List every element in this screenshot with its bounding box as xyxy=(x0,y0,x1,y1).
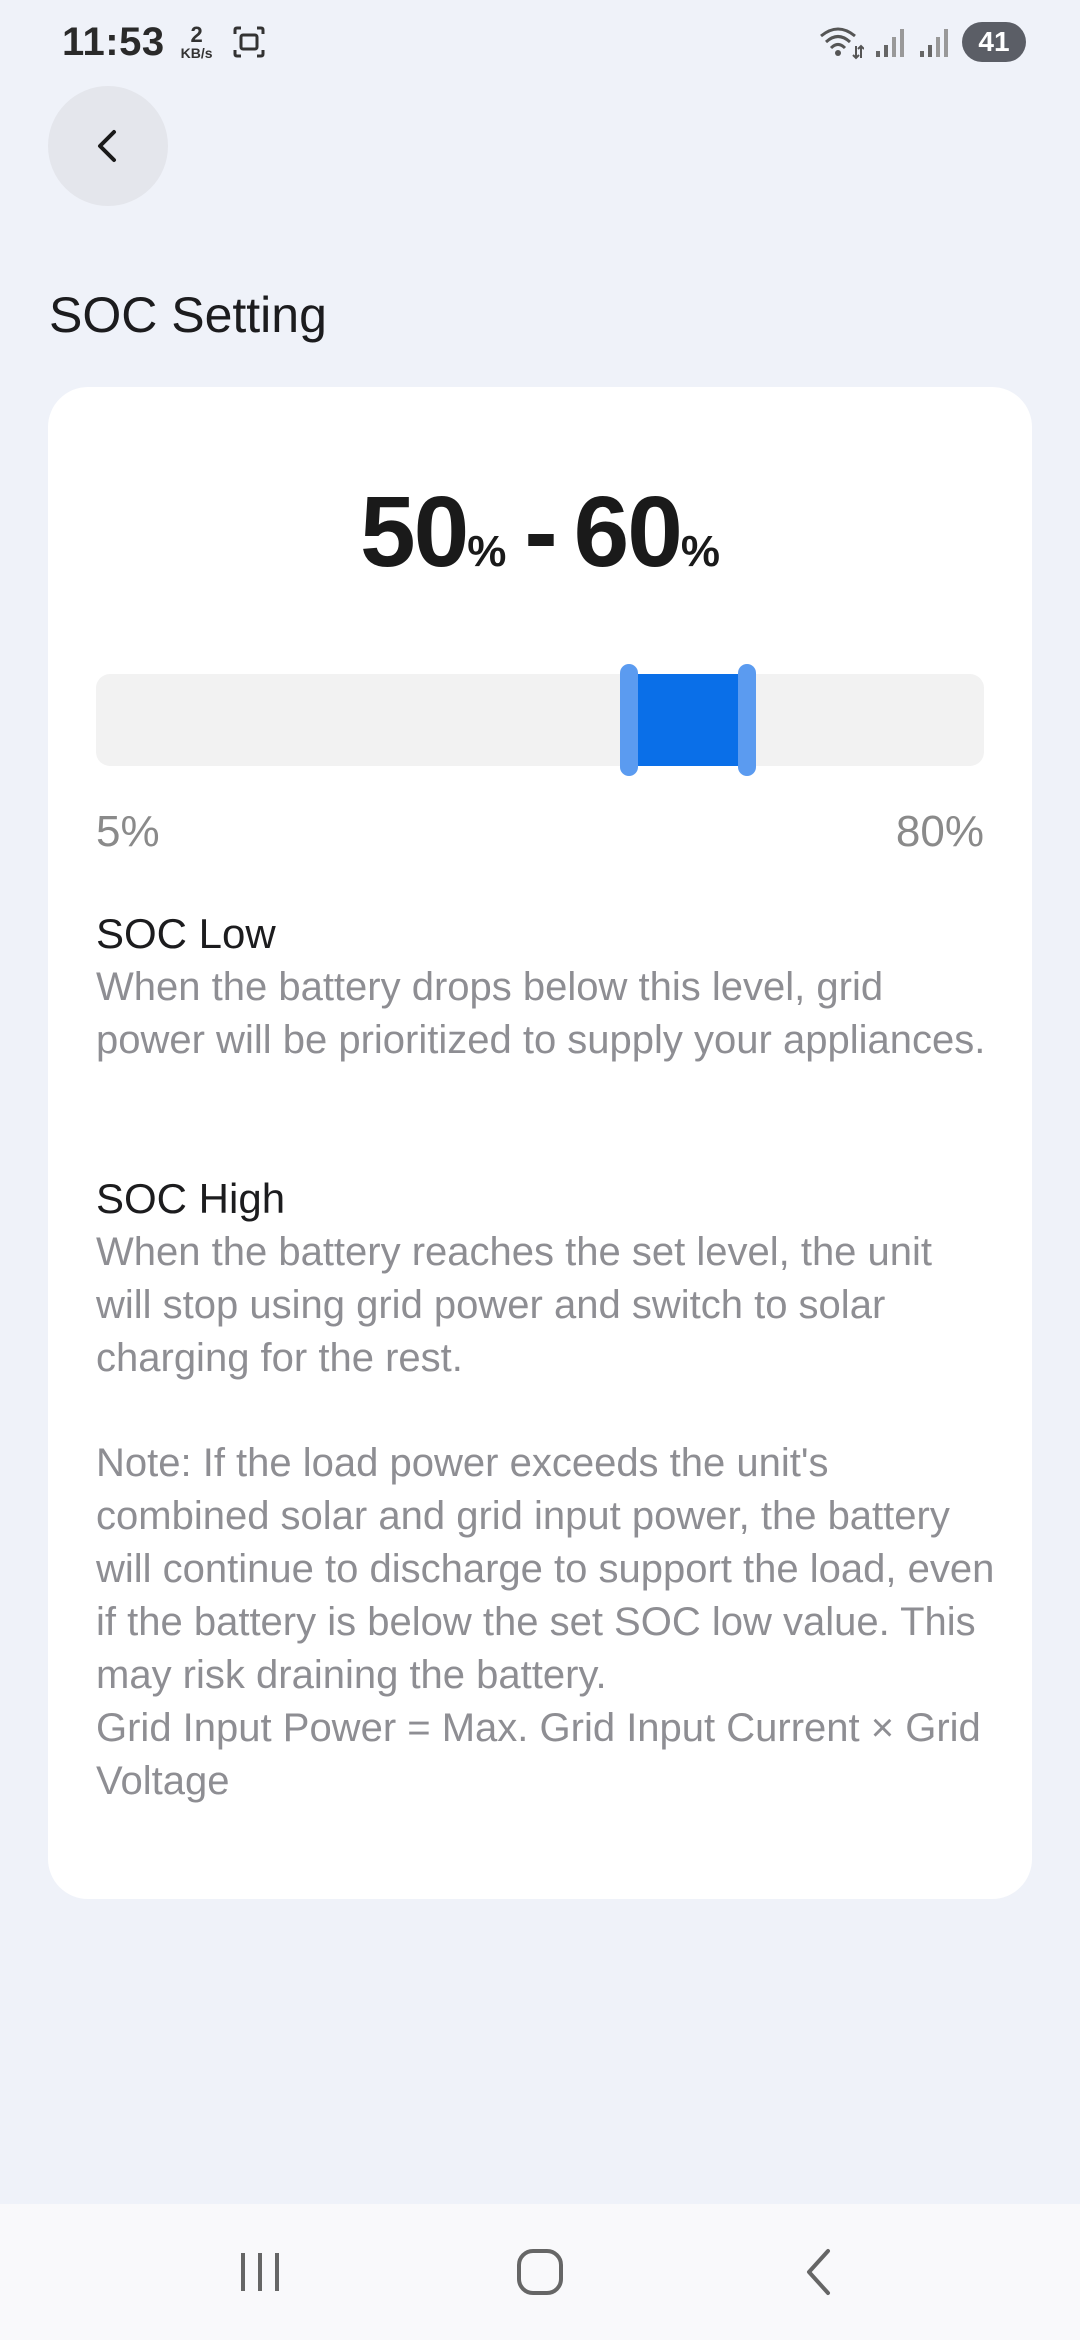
home-button[interactable] xyxy=(500,2232,580,2312)
nav-back-button[interactable] xyxy=(780,2232,860,2312)
network-speed: 2 KB/s xyxy=(180,22,213,61)
network-speed-value: 2 xyxy=(190,22,203,47)
soc-low-title: SOC Low xyxy=(96,910,276,957)
wifi-icon xyxy=(820,27,864,60)
soc-low-value: 50 xyxy=(359,476,469,588)
slider-min-label: 5% xyxy=(96,807,160,856)
battery-level: 41 xyxy=(962,22,1026,62)
signal-icon-2 xyxy=(920,29,948,57)
system-nav-bar xyxy=(0,2204,1080,2340)
slider-handle-low[interactable] xyxy=(619,664,638,776)
soc-high-value: 60 xyxy=(573,476,683,588)
status-bar: 11:53 2 KB/s 41 xyxy=(0,0,1080,84)
soc-low-percent: % xyxy=(467,527,507,576)
slider-max-label: 80% xyxy=(895,807,984,856)
recents-icon xyxy=(241,2253,279,2291)
signal-icon xyxy=(876,29,904,57)
screen: 11:53 2 KB/s 41 SOC Setting 50% - 60% 5%… xyxy=(0,0,1080,2340)
soc-high-info: SOC High When the battery reaches the se… xyxy=(96,1172,996,1385)
back-button[interactable] xyxy=(48,86,168,206)
soc-note: Note: If the load power exceeds the unit… xyxy=(96,1441,995,1803)
soc-low-info: SOC Low When the battery drops below thi… xyxy=(96,907,996,1067)
soc-high-title: SOC High xyxy=(96,1175,286,1222)
status-time: 11:53 xyxy=(62,19,165,64)
soc-range-display: 50% -60% xyxy=(48,475,1032,590)
soc-high-description: When the battery reaches the set level, … xyxy=(96,1230,933,1380)
soc-high-percent: % xyxy=(680,527,721,576)
status-right: 41 xyxy=(818,22,1026,62)
home-icon xyxy=(517,2249,563,2295)
page-title: SOC Setting xyxy=(49,287,327,343)
recents-button[interactable] xyxy=(220,2232,300,2312)
network-speed-unit: KB/s xyxy=(180,45,213,61)
slider-selected-range xyxy=(628,674,748,766)
back-icon xyxy=(807,2249,830,2295)
soc-card: 50% -60% 5% 80% SOC Low When the battery … xyxy=(48,387,1032,1899)
screenshot-icon xyxy=(233,26,265,58)
chevron-left-icon xyxy=(98,130,116,162)
range-separator: - xyxy=(524,476,557,588)
soc-low-description: When the battery drops below this level,… xyxy=(96,965,986,1062)
soc-range-slider[interactable] xyxy=(96,664,984,776)
slider-handle-high[interactable] xyxy=(738,664,757,776)
